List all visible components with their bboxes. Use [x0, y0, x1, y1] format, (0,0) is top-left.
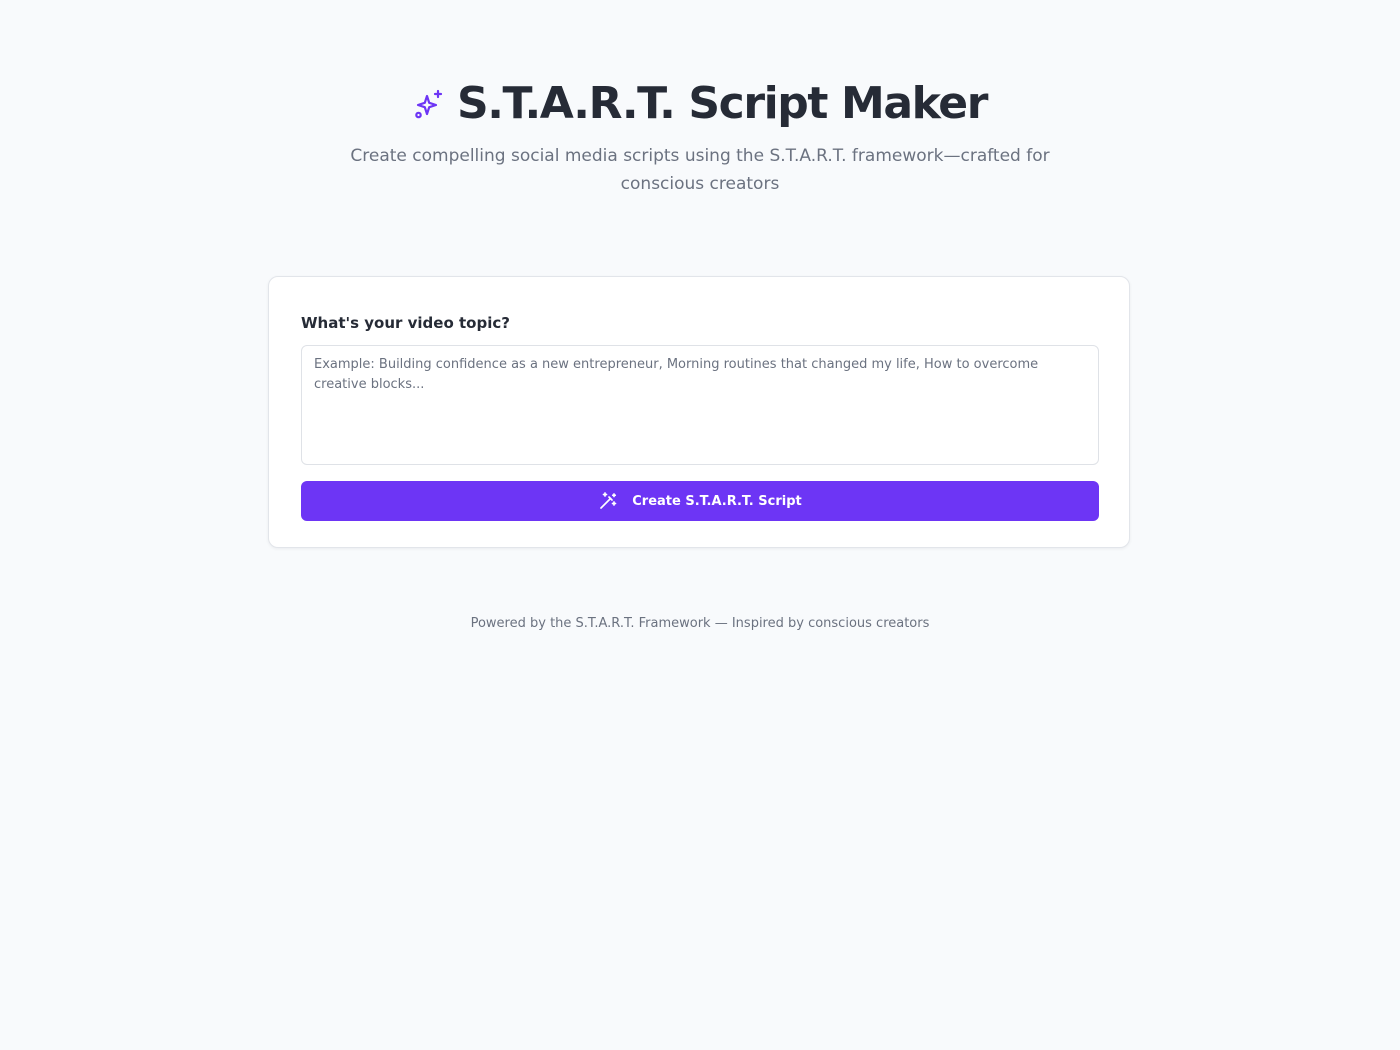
sparkles-icon — [413, 88, 445, 120]
page: S.T.A.R.T. Script Maker Create compellin… — [0, 0, 1400, 1050]
topic-form-card: What's your video topic? Create S.T.A.R.… — [268, 276, 1130, 548]
page-subtitle: Create compelling social media scripts u… — [350, 146, 1050, 194]
topic-input[interactable] — [301, 345, 1099, 465]
magic-wand-icon — [598, 491, 618, 511]
topic-label: What's your video topic? — [301, 314, 510, 332]
create-script-button[interactable]: Create S.T.A.R.T. Script — [301, 481, 1099, 521]
create-script-button-label: Create S.T.A.R.T. Script — [632, 493, 802, 509]
title-row: S.T.A.R.T. Script Maker — [0, 76, 1400, 132]
page-footer: Powered by the S.T.A.R.T. Framework — In… — [470, 616, 930, 631]
page-title: S.T.A.R.T. Script Maker — [456, 78, 989, 129]
page-header: S.T.A.R.T. Script Maker Create compellin… — [0, 76, 1400, 198]
